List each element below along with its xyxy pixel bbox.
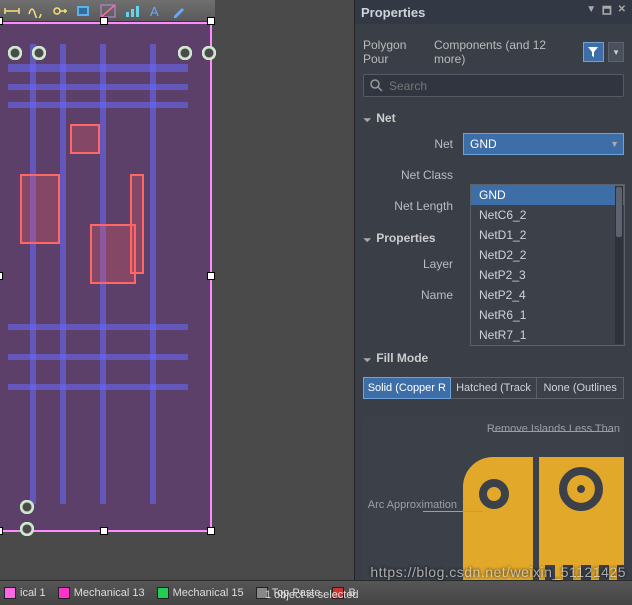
selection-handle[interactable] [207,272,215,280]
panel-title: Properties [361,5,425,20]
net-option[interactable]: NetC6_2 [471,205,624,225]
layer-chip[interactable]: Mechanical 13 [58,587,145,599]
net-option[interactable]: NetD1_2 [471,225,624,245]
section-fill-mode: Fill Mode [363,351,624,365]
layer-label: Layer [363,257,463,271]
net-length-label: Net Length [363,199,463,213]
net-label: Net [363,137,463,151]
layer-swatch [58,587,70,599]
dropdown-scrollbar[interactable] [615,186,623,344]
net-option[interactable]: NetD2_2 [471,245,624,265]
net-dropdown-list[interactable]: GND NetC6_2 NetD1_2 NetD2_2 NetP2_3 NetP… [470,184,625,346]
layer-chip[interactable]: ical 1 [4,587,46,599]
fill-mode-preview: Remove Islands Less Than Arc Approximati… [363,417,624,597]
preview-islands-label: Remove Islands Less Than [487,423,620,435]
layer-swatch [4,587,16,599]
fill-mode-segmented: Solid (Copper R Hatched (Track None (Out… [363,377,624,400]
selection-handle[interactable] [0,17,3,25]
filter-button[interactable] [583,42,605,62]
net-class-label: Net Class [363,168,463,182]
section-net[interactable]: Net [363,111,624,125]
selection-handle[interactable] [100,527,108,535]
net-option[interactable]: NetR7_1 [471,325,624,345]
fill-mode-hatched[interactable]: Hatched (Track [451,377,538,400]
search-input[interactable] [363,74,624,97]
filter-summary: Components (and 12 more) [434,38,579,66]
selection-handle[interactable] [207,527,215,535]
pcb-canvas[interactable] [0,22,355,580]
fill-mode-solid[interactable]: Solid (Copper R [363,377,451,400]
layer-chip[interactable]: Mechanical 15 [157,587,244,599]
dimension-icon[interactable] [2,2,22,20]
chart-icon[interactable] [122,2,142,20]
properties-panel: Properties ▼ 🗖 ✕ Polygon Pour Components… [354,0,632,605]
fill-mode-none[interactable]: None (Outlines [537,377,624,400]
selection-handle[interactable] [0,272,3,280]
pcb-board[interactable] [0,22,212,532]
search-icon [370,79,383,92]
search-field[interactable] [389,79,617,93]
text-icon[interactable]: A [146,2,166,20]
fill-icon[interactable] [74,2,94,20]
pin-icon[interactable]: ▼ [586,4,596,21]
panel-header: Properties ▼ 🗖 ✕ [355,0,632,24]
net-value: GND [470,137,497,151]
key-icon[interactable] [50,2,70,20]
net-combo[interactable]: GND ▼ [463,133,624,155]
object-type-label: Polygon Pour [363,38,434,66]
net-option[interactable]: GND [471,185,624,205]
layer-swatch [157,587,169,599]
preview-arc-label: Arc Approximation [367,499,457,511]
svg-text:A: A [150,4,159,18]
name-label: Name [363,288,463,302]
filter-dropdown-caret[interactable]: ▼ [608,42,624,62]
pencil-icon[interactable] [170,2,190,20]
net-option[interactable]: NetR6_1 [471,305,624,325]
chevron-down-icon: ▼ [610,139,619,149]
net-option[interactable]: NetP2_4 [471,285,624,305]
selection-status: 1 object is selected [265,589,359,601]
wave-icon[interactable] [26,2,46,20]
selection-handle[interactable] [100,17,108,25]
selection-handle[interactable] [0,527,3,535]
close-icon[interactable]: ✕ [618,4,626,21]
net-option[interactable]: NetP2_3 [471,265,624,285]
window-icon[interactable]: 🗖 [602,4,612,21]
selection-handle[interactable] [207,17,215,25]
